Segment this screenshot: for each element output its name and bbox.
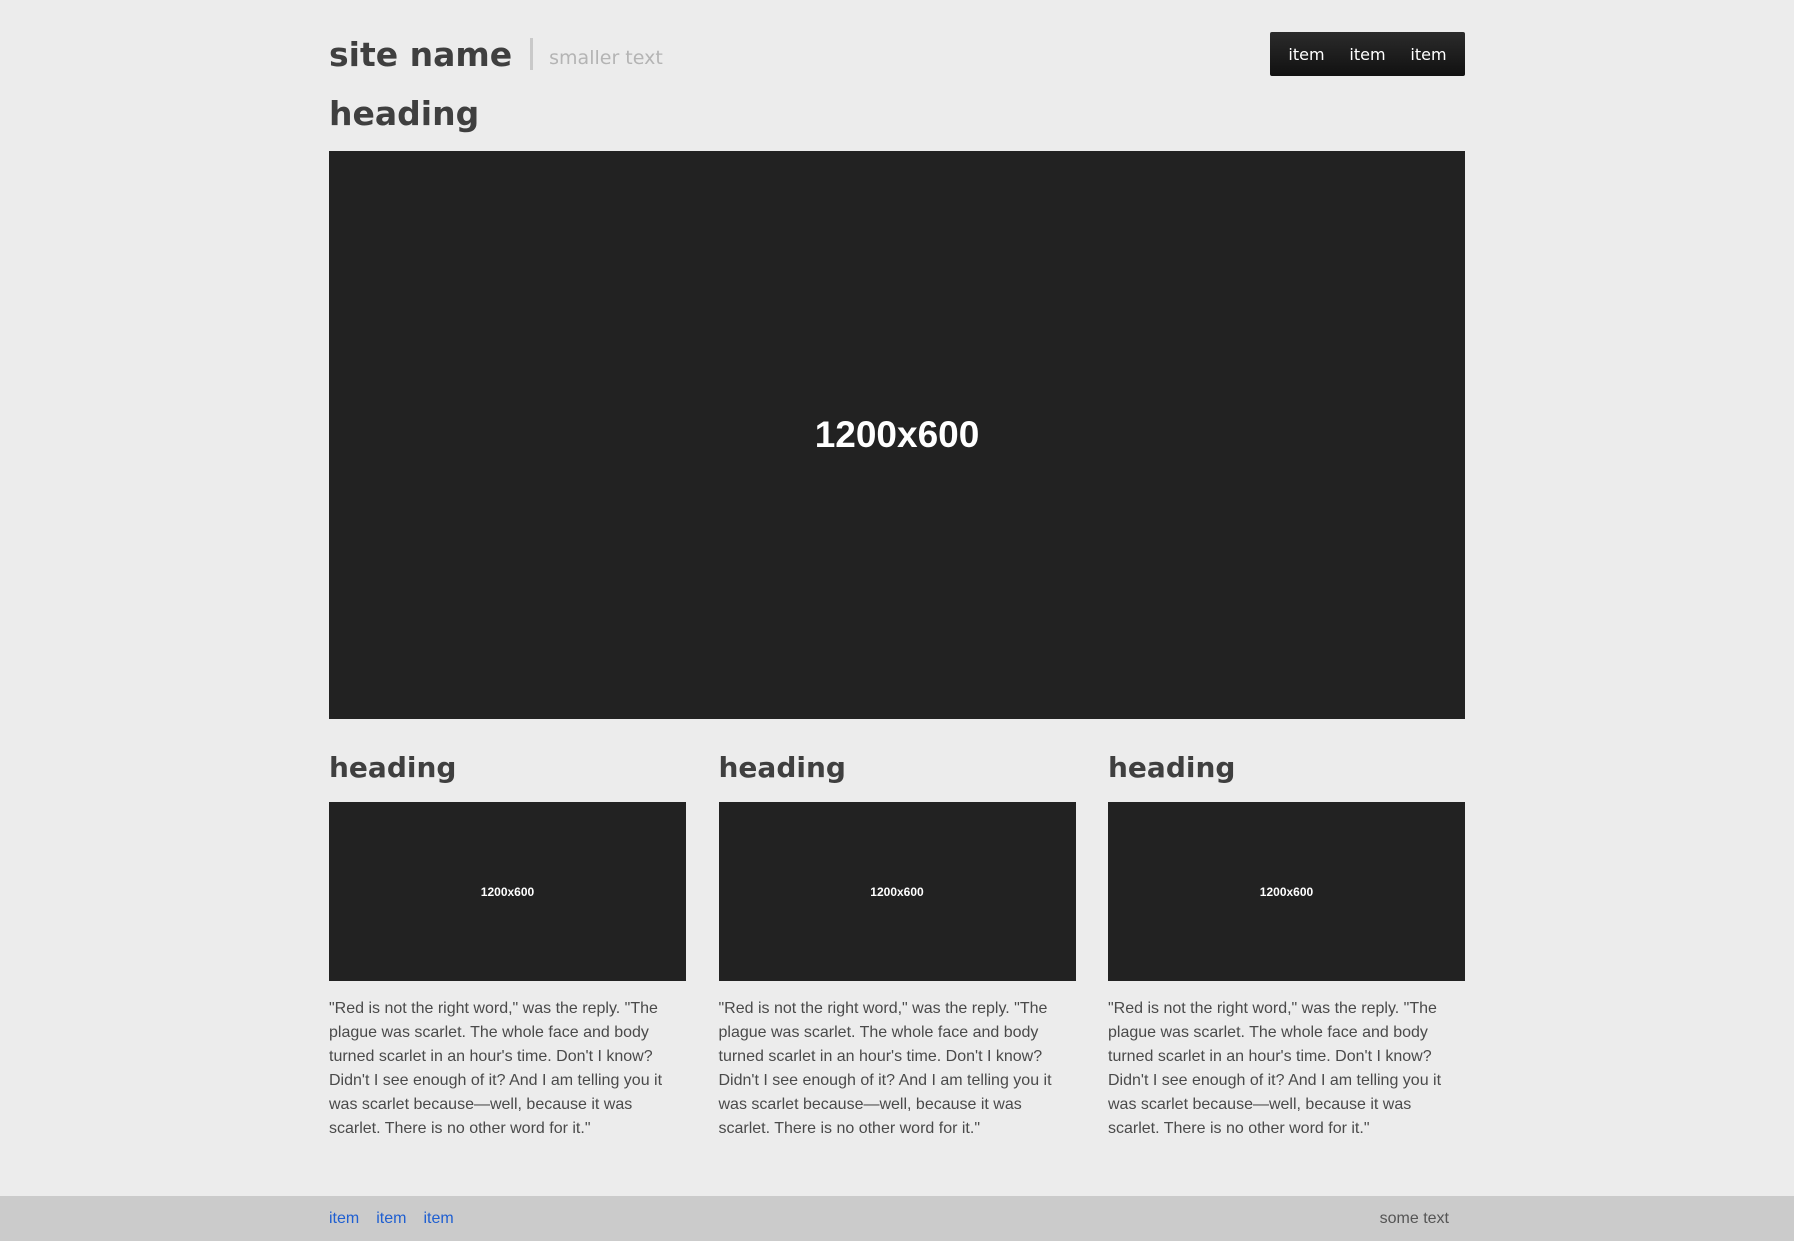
footer-link-1[interactable]: item (329, 1210, 359, 1228)
top-nav: item item item (1270, 32, 1465, 76)
footer-links: item item item (329, 1210, 454, 1228)
nav-item-3[interactable]: item (1410, 45, 1446, 64)
column-text: "Red is not the right word," was the rep… (718, 1000, 1052, 1137)
hero-image-placeholder: 1200x600 (329, 151, 1465, 719)
page: site name smaller text item item item he… (0, 0, 1794, 1241)
nav-item-1[interactable]: item (1288, 45, 1324, 64)
feature-column: heading 1200x600 "Red is not the right w… (718, 748, 1076, 1148)
site-footer: item item item some text (0, 1196, 1794, 1241)
feature-column: heading 1200x600 "Red is not the right w… (329, 748, 686, 1148)
column-image-placeholder: 1200x600 (329, 802, 686, 981)
page-heading: heading (329, 94, 480, 133)
footer-inner: item item item some text (329, 1196, 1465, 1241)
column-image-placeholder: 1200x600 (1108, 802, 1465, 981)
feature-columns: heading 1200x600 "Red is not the right w… (329, 748, 1465, 1148)
column-image-placeholder: 1200x600 (718, 802, 1076, 981)
column-image-label: 1200x600 (1259, 884, 1314, 899)
column-heading: heading (1108, 751, 1236, 784)
brand-divider (530, 38, 534, 70)
brand: site name smaller text (329, 30, 663, 78)
column-image-label: 1200x600 (480, 884, 535, 899)
tagline: smaller text (549, 47, 663, 69)
feature-column: heading 1200x600 "Red is not the right w… (1108, 748, 1465, 1148)
footer-text: some text (1379, 1209, 1449, 1227)
column-heading: heading (718, 751, 846, 784)
footer-link-2[interactable]: item (376, 1210, 406, 1228)
hero-image-label: 1200x600 (814, 414, 980, 455)
column-text: "Red is not the right word," was the rep… (329, 1000, 663, 1137)
column-text: "Red is not the right word," was the rep… (1108, 1000, 1442, 1137)
site-header: site name smaller text item item item (329, 30, 1465, 78)
site-name[interactable]: site name (329, 35, 512, 74)
column-heading: heading (329, 751, 457, 784)
footer-link-3[interactable]: item (423, 1210, 453, 1228)
nav-item-2[interactable]: item (1349, 45, 1385, 64)
column-image-label: 1200x600 (870, 884, 924, 899)
